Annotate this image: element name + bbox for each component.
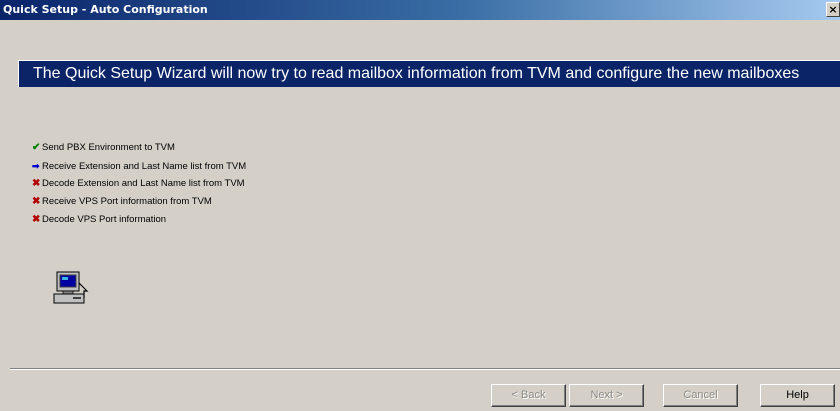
x-icon: ✖ xyxy=(32,178,41,189)
step-list: ✔ Send PBX Environment to TVM ➡ Receive Ex… xyxy=(32,139,246,229)
step-item: ➡ Receive Extension and Last Name list fr… xyxy=(32,157,246,175)
x-icon: ✖ xyxy=(32,214,41,225)
window-title: Quick Setup - Auto Configuration xyxy=(3,3,208,16)
x-icon: ✖ xyxy=(32,196,41,207)
step-label: Receive Extension and Last Name list fro… xyxy=(42,161,247,172)
step-label: Receive VPS Port information from TVM xyxy=(42,196,212,207)
step-label: Decode Extension and Last Name list from… xyxy=(42,178,245,189)
cancel-button[interactable]: Cancel xyxy=(663,384,738,407)
close-button[interactable]: × xyxy=(826,2,840,17)
step-label: Decode VPS Port information xyxy=(42,214,167,225)
wizard-banner: The Quick Setup Wizard will now try to r… xyxy=(18,60,840,87)
step-item: ✔ Send PBX Environment to TVM xyxy=(32,139,246,157)
next-button[interactable]: Next > xyxy=(569,384,644,407)
arrow-icon: ➡ xyxy=(32,161,40,171)
back-button[interactable]: < Back xyxy=(491,384,566,407)
help-button[interactable]: Help xyxy=(760,384,835,407)
step-label: Send PBX Environment to TVM xyxy=(42,142,175,153)
footer-separator xyxy=(10,368,840,370)
computer-icon xyxy=(53,271,89,304)
check-icon: ✔ xyxy=(32,142,41,153)
step-item: ✖ Decode Extension and Last Name list fro… xyxy=(32,175,246,193)
step-item: ✖ Receive VPS Port information from TVM xyxy=(32,193,246,211)
banner-text: The Quick Setup Wizard will now try to r… xyxy=(33,65,800,82)
title-bar: Quick Setup - Auto Configuration × xyxy=(0,0,840,20)
step-item: ✖ Decode VPS Port information xyxy=(32,211,246,229)
